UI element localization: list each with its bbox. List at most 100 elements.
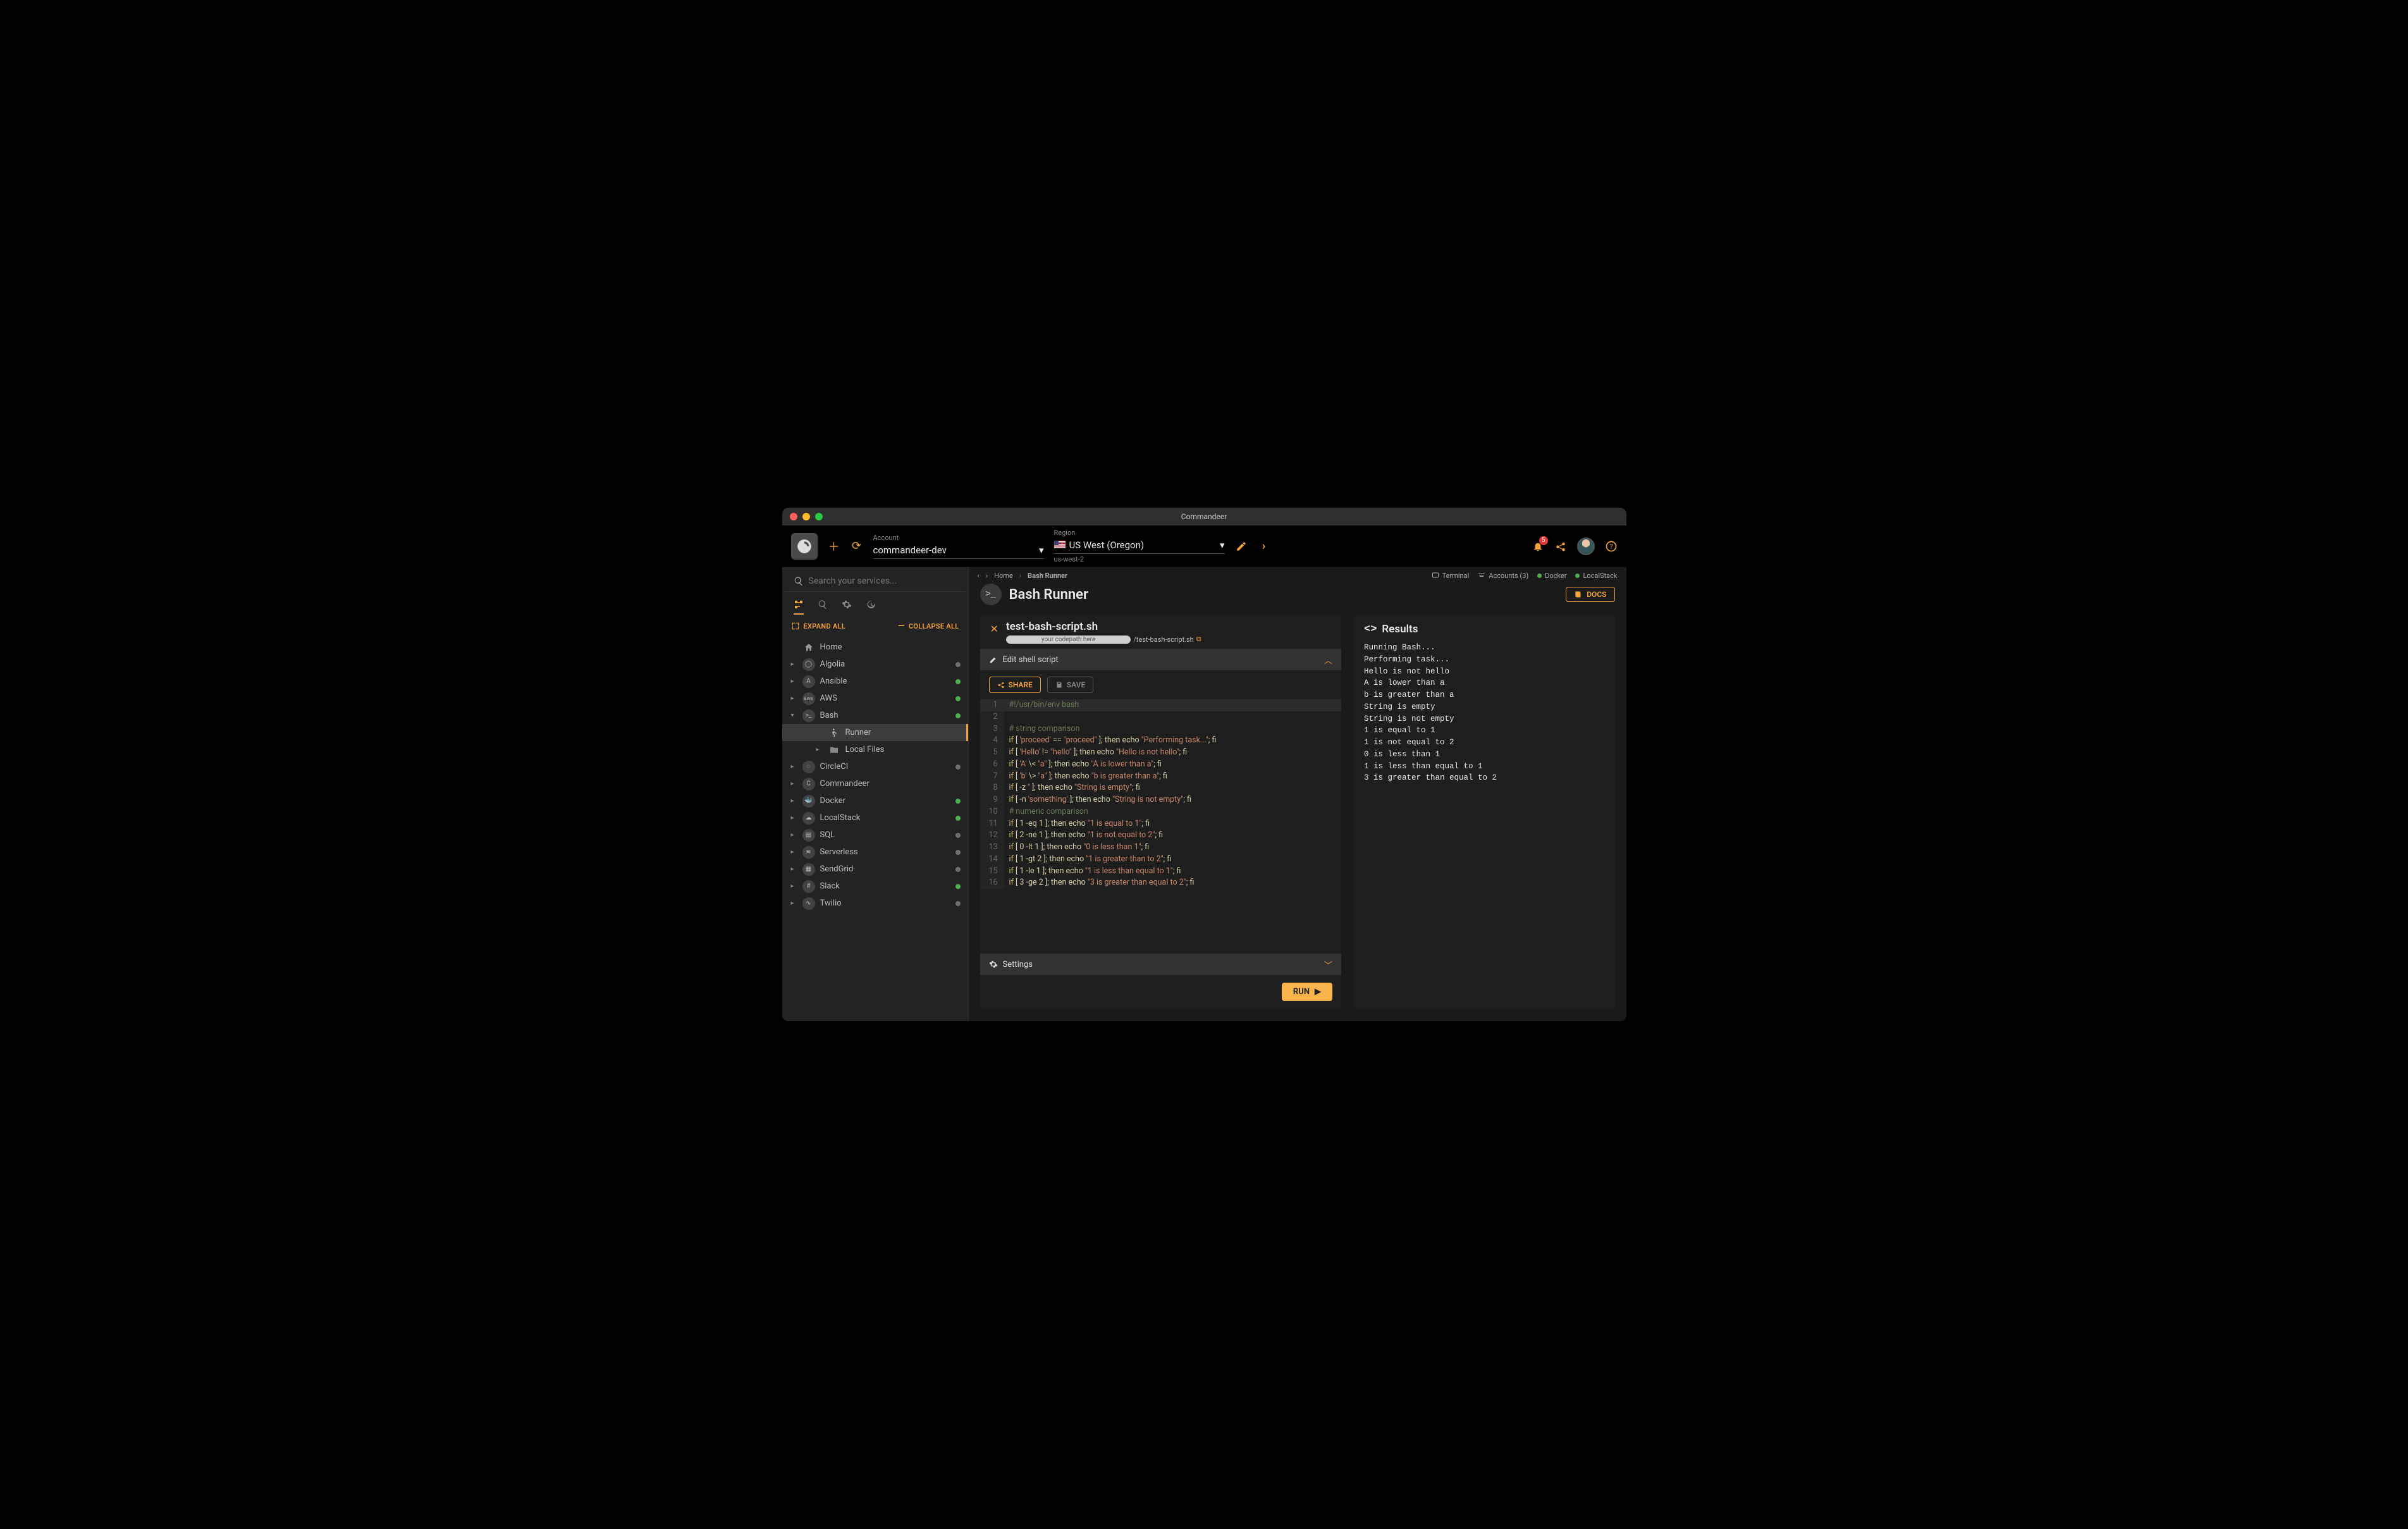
code-line[interactable]: 7if [ 'b' \> "a" ]; then echo "b is grea…: [980, 771, 1342, 783]
sidebar-item-slack[interactable]: ▸#Slack: [782, 878, 968, 895]
results-card: <> Results Running Bash... Performing ta…: [1353, 614, 1615, 1010]
sidebar-item-sendgrid[interactable]: ▸▦SendGrid: [782, 861, 968, 878]
add-button[interactable]: ＋: [828, 540, 840, 553]
sidebar-item-label: Algolia: [820, 660, 845, 669]
code-line[interactable]: 5if [ 'Hello' != "hello" ]; then echo "H…: [980, 747, 1342, 759]
collapse-all-button[interactable]: — COLLAPSE ALL: [898, 621, 959, 631]
status-dot-icon: [955, 816, 961, 821]
app-logo-icon[interactable]: [791, 533, 818, 560]
line-number: 3: [980, 723, 1004, 735]
sidebar-item-commandeer[interactable]: ▸CCommandeer: [782, 775, 968, 792]
status-docker[interactable]: Docker: [1537, 572, 1566, 580]
notification-count-badge: 5: [1539, 536, 1548, 545]
docs-button[interactable]: DOCS: [1566, 587, 1614, 602]
code-line[interactable]: 15if [ 1 -le 1 ]; then echo "1 is less t…: [980, 866, 1342, 878]
code-line[interactable]: 1#!/usr/bin/env bash: [980, 699, 1342, 711]
settings-tab[interactable]: [842, 599, 852, 611]
sidebar-item-twilio[interactable]: ▸∿Twilio: [782, 895, 968, 912]
service-icon: 🐳: [802, 795, 815, 807]
code-text: if [ 'proceed' == "proceed" ]; then echo…: [1004, 735, 1342, 747]
user-avatar[interactable]: [1577, 537, 1595, 555]
code-line[interactable]: 3# string comparison: [980, 723, 1342, 735]
share-button[interactable]: SHARE: [989, 677, 1041, 693]
minimize-window-button[interactable]: [802, 513, 810, 520]
code-line[interactable]: 4if [ 'proceed' == "proceed" ]; then ech…: [980, 735, 1342, 747]
code-line[interactable]: 11if [ 1 -eq 1 ]; then echo "1 is equal …: [980, 818, 1342, 830]
zoom-window-button[interactable]: [815, 513, 823, 520]
search-bar[interactable]: [785, 567, 966, 592]
code-line[interactable]: 6if [ 'A' \< "a" ]; then echo "A is lowe…: [980, 759, 1342, 771]
open-external-icon[interactable]: ⧉: [1196, 635, 1201, 644]
code-line[interactable]: 9if [ -n 'something' ]; then echo "Strin…: [980, 794, 1342, 806]
sidebar-item-circleci[interactable]: ▸◌CircleCI: [782, 758, 968, 775]
run-button[interactable]: RUN ▶: [1282, 983, 1332, 1001]
svg-text:?: ?: [1609, 543, 1612, 551]
chevron-icon: ▸: [791, 900, 797, 907]
sidebar-item-home[interactable]: Home: [782, 639, 968, 656]
save-button[interactable]: SAVE: [1047, 677, 1093, 693]
sidebar-item-aws[interactable]: ▸awsAWS: [782, 690, 968, 707]
line-number: 9: [980, 794, 1004, 806]
forward-button[interactable]: ›: [1258, 540, 1270, 553]
status-dot-icon: [955, 713, 961, 718]
sidebar-item-sql[interactable]: ▸▤SQL: [782, 826, 968, 844]
settings-accordion[interactable]: Settings ﹀: [980, 954, 1342, 975]
docs-label: DOCS: [1587, 590, 1606, 599]
search-tab[interactable]: [818, 599, 828, 611]
account-selector[interactable]: Account commandeer-dev ▾: [873, 534, 1044, 559]
sidebar-item-label: Ansible: [820, 677, 847, 686]
search-input[interactable]: [809, 574, 957, 589]
sidebar-item-bash-runner[interactable]: Runner: [782, 724, 968, 741]
code-line[interactable]: 12if [ 2 -ne 1 ]; then echo "1 is not eq…: [980, 830, 1342, 842]
edit-button[interactable]: [1235, 540, 1248, 553]
region-value: US West (Oregon): [1069, 539, 1145, 551]
edit-shell-accordion[interactable]: Edit shell script ︿: [980, 649, 1342, 670]
region-label: Region: [1054, 529, 1225, 537]
expand-all-button[interactable]: EXPAND ALL: [791, 621, 846, 631]
code-line[interactable]: 8if [ -z '' ]; then echo "String is empt…: [980, 782, 1342, 794]
breadcrumb-home[interactable]: Home: [994, 572, 1013, 580]
sidebar-item-docker[interactable]: ▸🐳Docker: [782, 792, 968, 809]
editor-actions: SHARE SAVE: [980, 670, 1342, 699]
breadcrumb-bar: ‹ › Home › Bash Runner Terminal Accounts…: [969, 567, 1626, 584]
sidebar-item-serverless[interactable]: ▸≋Serverless: [782, 844, 968, 861]
status-accounts[interactable]: Accounts (3): [1478, 572, 1528, 580]
close-window-button[interactable]: [790, 513, 797, 520]
code-line[interactable]: 16if [ 3 -ge 2 ]; then echo "3 is greate…: [980, 877, 1342, 889]
content-area: ✕ test-bash-script.sh your codepath here…: [969, 609, 1626, 1021]
chevron-icon: ▸: [791, 678, 797, 685]
line-number: 8: [980, 782, 1004, 794]
tree-view-tab[interactable]: [794, 599, 804, 615]
help-button[interactable]: ?: [1605, 540, 1618, 553]
sidebar: EXPAND ALL — COLLAPSE ALL Home ▸◯Algolia…: [782, 567, 969, 1021]
sidebar-item-bash-local-files[interactable]: ▸Local Files: [782, 741, 968, 758]
codepath-placeholder: your codepath here: [1006, 636, 1131, 644]
home-icon: [802, 641, 815, 654]
status-localstack[interactable]: LocalStack: [1575, 572, 1617, 580]
sidebar-item-ansible[interactable]: ▸AAnsible: [782, 673, 968, 690]
share-button[interactable]: [1554, 540, 1567, 553]
nav-forward-button[interactable]: ›: [986, 572, 988, 580]
run-label: RUN: [1293, 987, 1310, 997]
status-terminal[interactable]: Terminal: [1432, 572, 1470, 580]
region-selector[interactable]: Region US West (Oregon) ▾ us-west-2: [1054, 529, 1225, 563]
status-dot-icon: [955, 662, 961, 667]
code-text: if [ 'Hello' != "hello" ]; then echo "He…: [1004, 747, 1342, 759]
refresh-button[interactable]: ⟳: [851, 540, 863, 553]
code-line[interactable]: 14if [ 1 -gt 2 ]; then echo "1 is greate…: [980, 854, 1342, 866]
code-line[interactable]: 2: [980, 711, 1342, 723]
code-line[interactable]: 13if [ 0 -lt 1 ]; then echo "0 is less t…: [980, 842, 1342, 854]
sidebar-item-bash[interactable]: ▾>_Bash: [782, 707, 968, 724]
history-tab[interactable]: [866, 599, 876, 611]
code-text: # string comparison: [1004, 723, 1342, 735]
sidebar-item-algolia[interactable]: ▸◯Algolia: [782, 656, 968, 673]
code-text: if [ 'b' \> "a" ]; then echo "b is great…: [1004, 771, 1342, 783]
nav-back-button[interactable]: ‹: [978, 572, 980, 580]
notifications-button[interactable]: 5: [1532, 540, 1544, 553]
code-editor[interactable]: 1#!/usr/bin/env bash2 3# string comparis…: [980, 699, 1342, 954]
code-line[interactable]: 10# numeric comparison: [980, 806, 1342, 818]
share-label: SHARE: [1009, 680, 1033, 689]
sidebar-item-label: Commandeer: [820, 779, 869, 789]
sidebar-item-localstack[interactable]: ▸☁LocalStack: [782, 809, 968, 826]
close-file-button[interactable]: ✕: [990, 623, 998, 635]
